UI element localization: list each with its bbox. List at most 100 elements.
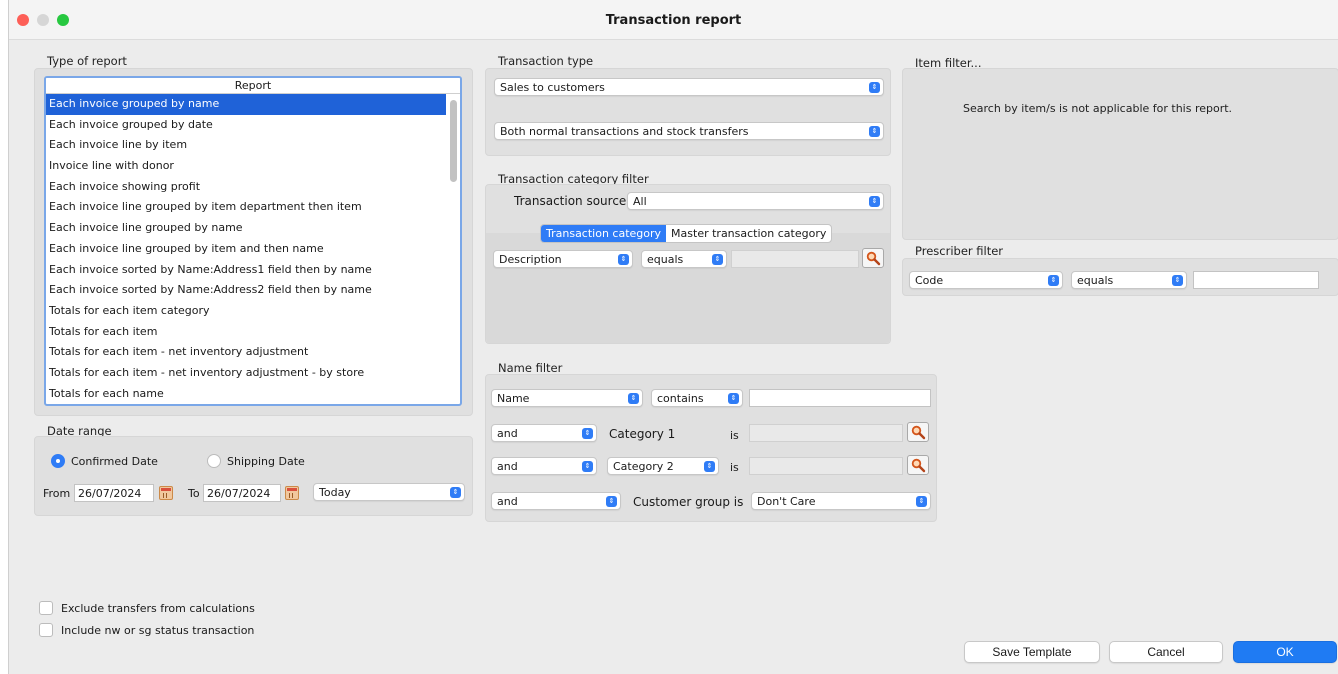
report-column-header[interactable]: Report (46, 78, 460, 94)
updown-arrows-icon: ⇕ (606, 496, 617, 507)
transaction-scope-popup[interactable]: Both normal transactions and stock trans… (494, 122, 884, 140)
item-filter-group (902, 68, 1338, 240)
category-operator-value: equals (647, 253, 684, 266)
updown-arrows-icon: ⇕ (450, 487, 461, 498)
updown-arrows-icon: ⇕ (628, 393, 639, 404)
category2-conjunction-popup[interactable]: and ⇕ (491, 457, 597, 475)
transaction-scope-value: Both normal transactions and stock trans… (500, 125, 749, 138)
report-list-item[interactable]: Totals for each name (46, 384, 446, 404)
report-list[interactable]: Report Each invoice grouped by name Each … (44, 76, 462, 406)
report-list-item[interactable]: Totals for each item - net inventory adj… (46, 342, 446, 363)
shipping-date-label: Shipping Date (227, 455, 305, 468)
category-field-value: Description (499, 253, 562, 266)
from-calendar-icon[interactable] (159, 486, 173, 500)
cancel-button[interactable]: Cancel (1109, 641, 1223, 663)
transaction-report-window: Transaction report Type of report Report… (8, 0, 1338, 674)
category2-field-popup[interactable]: Category 2 ⇕ (607, 457, 719, 475)
transaction-source-value: All (633, 195, 647, 208)
exclude-transfers-checkbox[interactable] (39, 601, 53, 615)
date-preset-value: Today (319, 486, 351, 499)
updown-arrows-icon: ⇕ (582, 428, 593, 439)
include-nw-sg-checkbox[interactable] (39, 623, 53, 637)
report-list-item[interactable]: Each invoice grouped by name (46, 94, 446, 115)
category1-conjunction-popup[interactable]: and ⇕ (491, 424, 597, 442)
exclude-transfers-label: Exclude transfers from calculations (61, 602, 255, 615)
report-list-item[interactable]: Each invoice line grouped by item depart… (46, 197, 446, 218)
category1-conjunction-value: and (497, 427, 518, 440)
report-list-item[interactable]: Each invoice line grouped by name (46, 218, 446, 239)
report-list-scrollbar[interactable] (450, 100, 457, 182)
updown-arrows-icon: ⇕ (869, 196, 880, 207)
report-list-item[interactable]: Totals for each item category (46, 301, 446, 322)
to-calendar-icon[interactable] (285, 486, 299, 500)
transaction-type-label: Transaction type (498, 54, 594, 68)
name-field-popup[interactable]: Name ⇕ (491, 389, 643, 407)
confirmed-date-radio[interactable] (51, 454, 65, 468)
transaction-type-popup[interactable]: Sales to customers ⇕ (494, 78, 884, 96)
prescriber-filter-label: Prescriber filter (915, 244, 1004, 258)
report-list-item[interactable]: Each invoice sorted by Name:Address1 fie… (46, 260, 446, 281)
shipping-date-radio[interactable] (207, 454, 221, 468)
report-list-item[interactable]: Each invoice showing profit (46, 177, 446, 198)
tab-transaction-category[interactable]: Transaction category (541, 225, 667, 242)
ok-button[interactable]: OK (1233, 641, 1337, 663)
title-bar: Transaction report (9, 0, 1338, 40)
name-value-field[interactable] (749, 389, 931, 407)
magnifier-icon (866, 251, 881, 266)
customer-group-popup[interactable]: Don't Care ⇕ (751, 492, 931, 510)
from-date-field[interactable]: 26/07/2024 (74, 484, 154, 502)
updown-arrows-icon: ⇕ (618, 254, 629, 265)
prescriber-operator-popup[interactable]: equals ⇕ (1071, 271, 1187, 289)
tab-master-transaction-category[interactable]: Master transaction category (666, 225, 831, 242)
report-list-item[interactable]: Totals for each item (46, 322, 446, 343)
customer-group-value: Don't Care (757, 495, 816, 508)
category-field-popup[interactable]: Description ⇕ (493, 250, 633, 268)
updown-arrows-icon: ⇕ (1172, 275, 1183, 286)
include-nw-sg-label: Include nw or sg status transaction (61, 624, 255, 637)
updown-arrows-icon: ⇕ (869, 82, 880, 93)
name-operator-value: contains (657, 392, 704, 405)
report-list-item[interactable]: Each invoice line by item (46, 135, 446, 156)
category2-value-field[interactable] (749, 457, 903, 475)
report-list-item[interactable]: Invoice line with donor (46, 156, 446, 177)
category1-lookup-button[interactable] (907, 422, 929, 442)
updown-arrows-icon: ⇕ (1048, 275, 1059, 286)
report-list-item[interactable]: Totals for each item - net inventory adj… (46, 363, 446, 384)
window-title: Transaction report (605, 13, 742, 28)
category2-field-value: Category 2 (613, 460, 674, 473)
type-of-report-label: Type of report (47, 54, 127, 68)
save-template-button[interactable]: Save Template (964, 641, 1100, 663)
prescriber-field-popup[interactable]: Code ⇕ (909, 271, 1063, 289)
from-label: From (43, 487, 71, 500)
transaction-source-label: Transaction source (514, 194, 627, 208)
report-list-item[interactable]: Each invoice line grouped by item and th… (46, 239, 446, 260)
category-value-field[interactable] (731, 250, 859, 268)
prescriber-value-field[interactable] (1193, 271, 1319, 289)
updown-arrows-icon: ⇕ (916, 496, 927, 507)
customer-group-conjunction-popup[interactable]: and ⇕ (491, 492, 621, 510)
report-list-item[interactable]: Each invoice grouped by date (46, 115, 446, 136)
date-preset-popup[interactable]: Today ⇕ (313, 483, 465, 501)
category2-conjunction-value: and (497, 460, 518, 473)
name-field-value: Name (497, 392, 530, 405)
updown-arrows-icon: ⇕ (704, 461, 715, 472)
prescriber-operator-value: equals (1077, 274, 1114, 287)
item-filter-message: Search by item/s is not applicable for t… (963, 102, 1233, 115)
to-date-field[interactable]: 26/07/2024 (203, 484, 281, 502)
magnifier-icon (911, 425, 926, 440)
updown-arrows-icon: ⇕ (582, 461, 593, 472)
category-operator-popup[interactable]: equals ⇕ (641, 250, 727, 268)
updown-arrows-icon: ⇕ (712, 254, 723, 265)
category2-lookup-button[interactable] (907, 455, 929, 475)
magnifier-icon (911, 458, 926, 473)
category-lookup-button[interactable] (862, 248, 884, 268)
category1-value-field[interactable] (749, 424, 903, 442)
confirmed-date-label: Confirmed Date (71, 455, 158, 468)
report-list-item[interactable]: Each invoice sorted by Name:Address2 fie… (46, 280, 446, 301)
category2-is-label: is (730, 461, 739, 474)
name-operator-popup[interactable]: contains ⇕ (651, 389, 743, 407)
transaction-type-value: Sales to customers (500, 81, 605, 94)
to-label: To (188, 487, 200, 500)
transaction-source-popup[interactable]: All ⇕ (627, 192, 884, 210)
customer-group-conjunction-value: and (497, 495, 518, 508)
